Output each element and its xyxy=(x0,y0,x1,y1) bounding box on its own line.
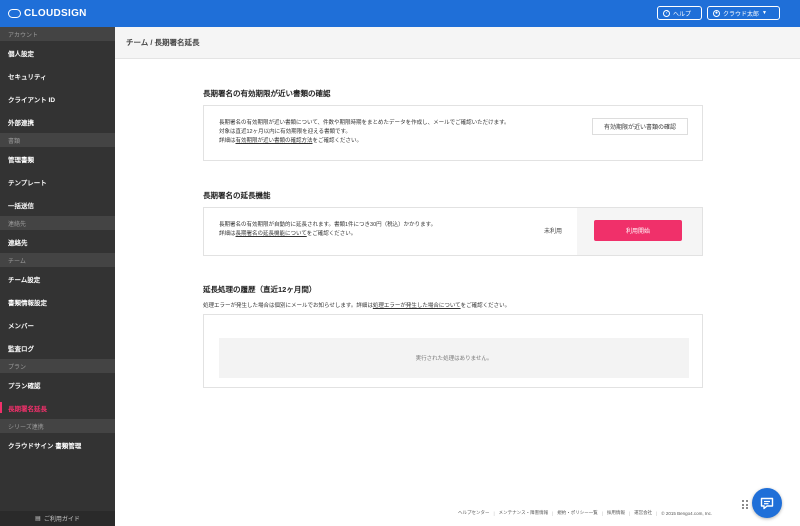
sidebar-section-plan: プラン xyxy=(0,359,115,373)
footer-divider: | xyxy=(656,510,658,516)
sidebar-item-contacts[interactable]: 連絡先 xyxy=(0,230,115,253)
extension-action-pane: 利用開始 xyxy=(577,208,702,255)
sidebar-item-client-id[interactable]: クライアント ID xyxy=(0,87,115,110)
extension-line1: 長期署名の有効期限が自動的に延長されます。書類1件につき30円（税込）かかります… xyxy=(219,222,437,228)
history-card: 実行された処理はありません。 xyxy=(203,314,703,388)
user-menu-button[interactable]: ● クラウド太郎 ▼ xyxy=(707,6,780,20)
sidebar-item-members[interactable]: メンバー xyxy=(0,313,115,336)
history-note-prefix: 処理エラーが発生した場合は個別にメールでお知らせします。詳細は xyxy=(203,303,373,309)
logo[interactable]: CLOUDSIGN xyxy=(0,0,115,27)
sidebar-item-audit-log[interactable]: 監査ログ xyxy=(0,336,115,359)
sidebar-section-contacts: 連絡先 xyxy=(0,216,115,230)
expiry-section-title: 長期署名の有効期限が近い書類の確認 xyxy=(203,89,331,98)
footer-divider: | xyxy=(601,510,603,516)
sidebar-item-team-settings[interactable]: チーム設定 xyxy=(0,267,115,290)
chat-support-button[interactable] xyxy=(752,488,782,518)
help-label: ヘルプ xyxy=(673,11,692,18)
sidebar-item-templates[interactable]: テンプレート xyxy=(0,170,115,193)
history-note-suffix: をご確認ください。 xyxy=(460,303,511,309)
expiry-line2: 対象は直近12ヶ月以内に有効期限を迎える書類です。 xyxy=(219,129,351,135)
sidebar-item-managed-documents[interactable]: 管理書類 xyxy=(0,147,115,170)
cloud-logo-icon xyxy=(8,9,21,18)
history-note: 処理エラーが発生した場合は個別にメールでお知らせします。詳細は処理エラーが発生し… xyxy=(203,301,510,309)
caret-down-icon: ▼ xyxy=(762,10,767,16)
sidebar-item-cloudsign-document-management[interactable]: クラウドサイン 書類管理 xyxy=(0,433,115,456)
footer-link-policies[interactable]: 規約・ポリシー一覧 xyxy=(557,510,598,516)
user-name: クラウド太郎 xyxy=(723,11,760,18)
footer-link-careers[interactable]: 採用情報 xyxy=(607,510,625,516)
sidebar-item-personal-settings[interactable]: 個人設定 xyxy=(0,41,115,64)
help-button[interactable]: ? ヘルプ xyxy=(657,6,702,20)
expiry-description: 長期署名の有効期限が近い書類について、件数や期限時期をまとめたデータを作成し、メ… xyxy=(219,119,510,146)
usage-guide-label: ご利用ガイド xyxy=(43,517,80,523)
sidebar-item-signature-extension[interactable]: 長期署名延長 xyxy=(0,396,115,419)
sidebar-item-bulk-send[interactable]: 一括送信 xyxy=(0,193,115,216)
sidebar-section-series: シリーズ連携 xyxy=(0,419,115,433)
processing-error-link[interactable]: 処理エラーが発生した場合について xyxy=(373,303,461,309)
extension-feature-link[interactable]: 長期署名の延長機能について xyxy=(236,231,307,237)
expiry-line3: 詳細は有効期限が近い書類の確認方法をご確認ください。 xyxy=(219,137,510,146)
footer-link-company[interactable]: 運営会社 xyxy=(634,510,652,516)
sidebar: CLOUDSIGN アカウント 個人設定 セキュリティ クライアント ID 外部… xyxy=(0,0,115,526)
footer-divider: | xyxy=(628,510,631,516)
book-icon: ▤ xyxy=(35,516,41,522)
history-section-title: 延長処理の履歴（直近12ヶ月間） xyxy=(203,285,317,294)
footer-copyright: © 2015 Bengo4.com, Inc. xyxy=(661,510,713,516)
expiry-line1: 長期署名の有効期限が近い書類について、件数や期限時期をまとめたデータを作成し、メ… xyxy=(219,120,510,126)
sidebar-section-documents: 書類 xyxy=(0,133,115,147)
extension-card: 長期署名の有効期限が自動的に延長されます。書類1件につき30円（税込）かかります… xyxy=(203,207,703,256)
check-expiring-documents-button[interactable]: 有効期限が近い書類の確認 xyxy=(592,118,688,135)
sidebar-section-team: チーム xyxy=(0,253,115,267)
usage-guide-link[interactable]: ▤ ご利用ガイド xyxy=(0,511,115,526)
expiry-line3-prefix: 詳細は xyxy=(219,138,236,144)
start-using-button[interactable]: 利用開始 xyxy=(594,220,682,241)
logo-text: CLOUDSIGN xyxy=(24,8,87,19)
user-icon: ● xyxy=(713,9,720,17)
chat-bubble-icon xyxy=(760,497,774,509)
question-icon: ? xyxy=(663,9,670,17)
sidebar-item-security[interactable]: セキュリティ xyxy=(0,64,115,87)
extension-line2-suffix: をご確認ください。 xyxy=(306,231,357,237)
sidebar-item-external-integration[interactable]: 外部連携 xyxy=(0,110,115,133)
extension-line2: 詳細は長期署名の延長機能についてをご確認ください。 xyxy=(219,230,436,239)
extension-section-title: 長期署名の延長機能 xyxy=(203,191,271,200)
expiry-line3-suffix: をご確認ください。 xyxy=(312,138,363,144)
extension-status: 未利用 xyxy=(544,229,563,235)
sidebar-item-plan-check[interactable]: プラン確認 xyxy=(0,373,115,396)
drag-handle-icon[interactable] xyxy=(742,500,749,510)
main-content: 長期署名の有効期限が近い書類の確認 長期署名の有効期限が近い書類について、件数や… xyxy=(115,59,800,526)
expiry-card: 長期署名の有効期限が近い書類について、件数や期限時期をまとめたデータを作成し、メ… xyxy=(203,105,703,161)
top-header: ? ヘルプ ● クラウド太郎 ▼ xyxy=(115,0,800,27)
sidebar-item-document-info-settings[interactable]: 書類情報設定 xyxy=(0,290,115,313)
extension-description: 長期署名の有効期限が自動的に延長されます。書類1件につき30円（税込）かかります… xyxy=(219,221,436,239)
extension-line2-prefix: 詳細は xyxy=(219,231,236,237)
footer-divider: | xyxy=(552,510,554,516)
footer: ヘルプセンター | メンテナンス・障害情報 | 規約・ポリシー一覧 | 採用情報… xyxy=(458,510,712,516)
footer-divider: | xyxy=(493,510,495,516)
expiry-howto-link[interactable]: 有効期限が近い書類の確認方法 xyxy=(236,138,313,144)
sidebar-section-account: アカウント xyxy=(0,27,115,41)
history-empty-message: 実行された処理はありません。 xyxy=(219,338,689,378)
footer-link-help-center[interactable]: ヘルプセンター xyxy=(458,510,490,516)
page-title: チーム / 長期署名延長 xyxy=(115,27,800,59)
footer-link-maintenance[interactable]: メンテナンス・障害情報 xyxy=(499,510,548,516)
